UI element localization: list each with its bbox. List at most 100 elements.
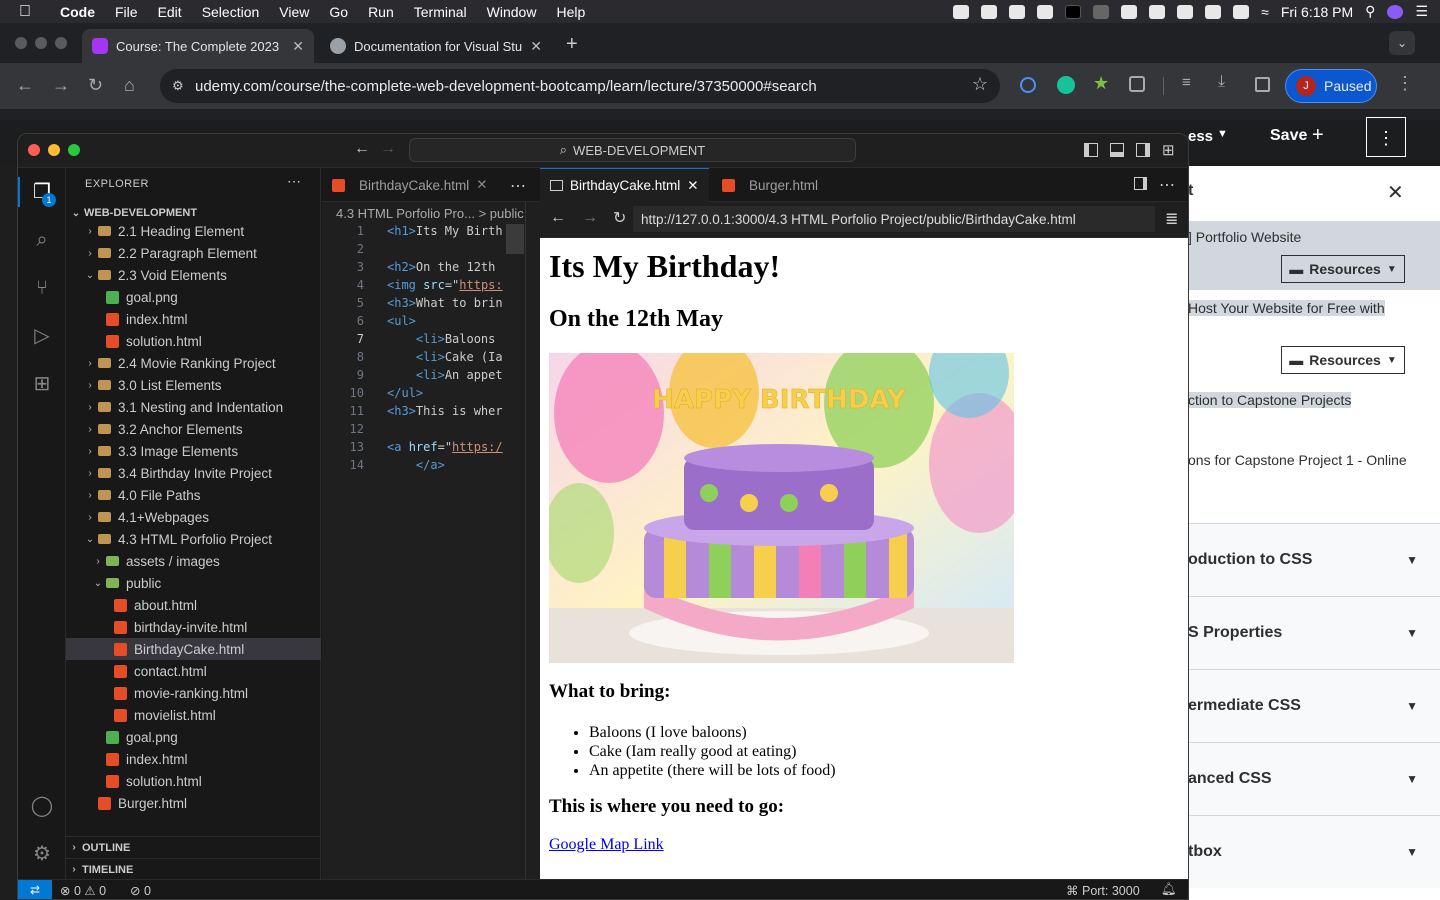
window-close-button[interactable] <box>28 144 40 156</box>
code-line[interactable]: 3 <h2>On the 12th <box>322 260 540 278</box>
home-icon[interactable]: ⌂ <box>124 75 135 96</box>
close-icon[interactable]: ✕ <box>687 178 698 194</box>
more-options-icon[interactable]: ⋮ <box>1366 117 1406 157</box>
live-server-port[interactable]: ⌘ Port: 3000 <box>1066 883 1140 898</box>
status-icon[interactable] <box>1009 4 1026 19</box>
tab-close-icon[interactable]: ✕ <box>292 38 304 55</box>
menu-view[interactable]: View <box>269 4 319 20</box>
code-line[interactable]: 9 <li>An appet <box>322 368 540 386</box>
section-header[interactable]: tbox ▼ <box>1188 815 1440 888</box>
side-panel-icon[interactable] <box>1255 77 1270 92</box>
customize-layout-icon[interactable]: ⊞ <box>1162 141 1175 159</box>
file-item[interactable]: movielist.html <box>66 704 321 726</box>
forward-arrow-icon[interactable]: → <box>582 209 598 227</box>
editor-tab-birthdaycake[interactable]: BirthdayCake.html ✕ <box>322 168 498 202</box>
toggle-secondary-sidebar-icon[interactable] <box>1136 143 1150 157</box>
close-icon[interactable]: ✕ <box>476 177 487 193</box>
menu-edit[interactable]: Edit <box>148 4 192 20</box>
extensions-icon[interactable]: ⊞ <box>30 372 54 396</box>
lecture-item[interactable]: ons for Capstone Project 1 - Online <box>1188 452 1440 468</box>
source-control-icon[interactable]: ⑂ <box>30 276 54 300</box>
menu-terminal[interactable]: Terminal <box>404 4 477 20</box>
folder-item[interactable]: › 2.4 Movie Ranking Project <box>66 352 321 374</box>
status-icon[interactable] <box>1065 4 1082 19</box>
folder-item[interactable]: › 3.3 Image Elements <box>66 440 321 462</box>
status-icon[interactable] <box>1093 4 1110 19</box>
window-minimize-button[interactable] <box>35 37 47 49</box>
status-icon[interactable] <box>1177 4 1194 19</box>
split-editor-icon[interactable] <box>1134 177 1147 190</box>
folder-item[interactable]: › 3.1 Nesting and Indentation <box>66 396 321 418</box>
status-icon[interactable] <box>953 4 970 19</box>
problems-indicator[interactable]: ⊗ 0 ⚠ 0 <box>60 883 106 898</box>
folder-item[interactable]: › 4.1+Webpages <box>66 506 321 528</box>
lecture-item[interactable]: Host Your Website for Free with <box>1188 300 1440 316</box>
section-header[interactable]: ermediate CSS ▼ <box>1188 669 1440 742</box>
remote-indicator-icon[interactable]: ⇄ <box>18 880 52 899</box>
timeline-section[interactable]: › TIMELINE <box>66 858 321 880</box>
close-icon[interactable]: ✕ <box>1387 180 1404 205</box>
reload-icon[interactable]: ↻ <box>88 75 103 96</box>
status-icon[interactable] <box>981 4 998 19</box>
bookmark-star-icon[interactable]: ☆ <box>972 74 988 95</box>
menu-help[interactable]: Help <box>546 4 595 20</box>
run-debug-icon[interactable]: ▷ <box>30 324 54 348</box>
search-icon[interactable]: ⌕ <box>30 228 54 252</box>
spotlight-icon[interactable]: ⚲ <box>1365 3 1375 20</box>
resources-button[interactable]: ▬ Resources ▼ <box>1281 255 1405 283</box>
status-icon[interactable] <box>1149 4 1166 19</box>
tab-close-icon[interactable]: ✕ <box>530 38 542 55</box>
code-line[interactable]: 11 <h3>This is wher <box>322 404 540 422</box>
code-line[interactable]: 13 <a href="https:/ <box>322 440 540 458</box>
back-arrow-icon[interactable]: ← <box>354 140 370 158</box>
menu-file[interactable]: File <box>105 4 148 20</box>
file-item[interactable]: index.html <box>66 308 321 330</box>
profile-button[interactable]: J Paused <box>1285 69 1377 103</box>
minimap[interactable] <box>506 224 524 254</box>
status-icon[interactable] <box>1121 4 1138 19</box>
open-in-browser-icon[interactable]: ≣ <box>1165 209 1178 229</box>
code-line[interactable]: 12 <box>322 422 540 440</box>
wifi-icon[interactable]: ≈ <box>1261 4 1269 20</box>
file-item[interactable]: Burger.html <box>66 792 321 814</box>
forward-arrow-icon[interactable]: → <box>380 140 396 158</box>
siri-icon[interactable] <box>1387 4 1404 19</box>
toggle-sidebar-icon[interactable] <box>1084 143 1098 157</box>
ports-indicator[interactable]: ⊘ 0 <box>130 883 151 898</box>
folder-item[interactable]: ⌄ 4.3 HTML Porfolio Project <box>66 528 321 550</box>
browser-menu-icon[interactable]: ⋮ <box>1396 73 1414 94</box>
forward-arrow-icon[interactable]: → <box>52 75 70 96</box>
breadcrumb[interactable]: 4.3 HTML Porfolio Pro... > public <box>336 206 524 221</box>
menubar-clock[interactable]: Fri 6:18 PM <box>1281 4 1353 20</box>
toggle-panel-icon[interactable] <box>1110 143 1124 157</box>
window-close-button[interactable] <box>15 37 27 49</box>
display-icon[interactable] <box>1233 4 1250 19</box>
file-item[interactable]: goal.png <box>66 726 321 748</box>
back-arrow-icon[interactable]: ← <box>16 75 34 96</box>
folder-item[interactable]: ⌄ public <box>66 572 321 594</box>
lecture-item[interactable]: ] Portfolio Website <box>1188 229 1440 245</box>
code-line[interactable]: 14 </a> <box>322 458 540 476</box>
code-line[interactable]: 5 <h3>What to brin <box>322 296 540 314</box>
file-item[interactable]: BirthdayCake.html <box>66 638 321 660</box>
command-center[interactable]: ⌕ WEB-DEVELOPMENT <box>409 138 856 162</box>
new-tab-plus-icon[interactable]: + <box>566 33 578 56</box>
gear-icon[interactable]: ⚙ <box>30 842 54 866</box>
udemy-nav-partial[interactable]: ess <box>1188 128 1213 145</box>
section-header[interactable]: S Properties ▼ <box>1188 596 1440 669</box>
outline-section[interactable]: › OUTLINE <box>66 836 321 858</box>
section-header[interactable]: oduction to CSS ▼ <box>1188 523 1440 596</box>
window-minimize-button[interactable] <box>48 144 60 156</box>
file-item[interactable]: index.html <box>66 748 321 770</box>
browser-tab-udemy[interactable]: Course: The Complete 2023 W ✕ <box>82 29 314 63</box>
preview-tab-burger[interactable]: Burger.html <box>712 168 828 202</box>
file-item[interactable]: movie-ranking.html <box>66 682 321 704</box>
code-line[interactable]: 8 <li>Cake (Ia <box>322 350 540 368</box>
extension-star-icon[interactable]: ★ <box>1093 73 1109 94</box>
menu-selection[interactable]: Selection <box>192 4 270 20</box>
folder-item[interactable]: › 4.0 File Paths <box>66 484 321 506</box>
reload-icon[interactable]: ↻ <box>613 208 626 228</box>
resources-button[interactable]: ▬ Resources ▼ <box>1281 346 1405 374</box>
app-menu[interactable]: Code <box>50 4 105 20</box>
control-center-icon[interactable]: ☰ <box>1415 3 1428 20</box>
